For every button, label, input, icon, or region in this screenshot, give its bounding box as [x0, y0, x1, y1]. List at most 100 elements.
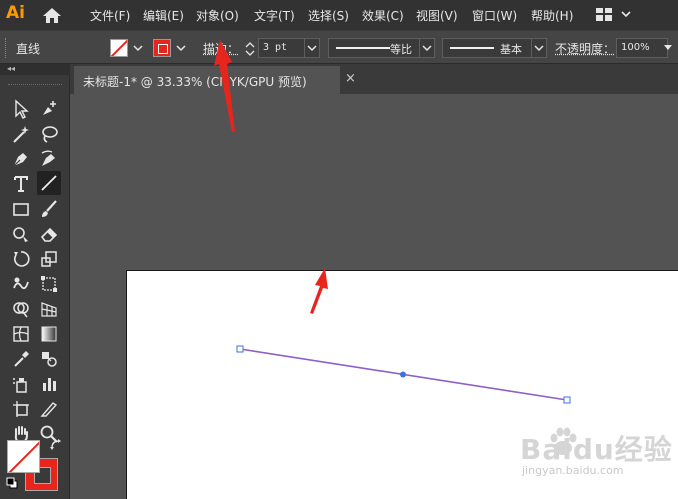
stroke-panel-link[interactable]: 描边： [203, 40, 239, 57]
type-t-icon [14, 176, 28, 192]
warp-tool[interactable] [9, 273, 33, 295]
opacity-chevron-icon[interactable] [663, 44, 673, 52]
chevron-down-icon [307, 45, 317, 52]
current-tool-name: 直线 [16, 42, 41, 56]
paintbrush-icon [42, 200, 57, 217]
toolbox-collapse-icon[interactable]: ◂◂ [7, 64, 15, 73]
symbol-sprayer-icon [13, 378, 27, 393]
stroke-dropdown-chevron-icon[interactable] [174, 39, 188, 57]
eraser-tool[interactable] [37, 223, 61, 245]
selection-arrow-icon [15, 99, 29, 119]
slice-tool[interactable] [37, 398, 61, 420]
brush-dropdown[interactable] [531, 38, 547, 58]
gradient-icon [41, 326, 57, 342]
shaper-tool[interactable] [9, 223, 33, 245]
eyedropper-icon [14, 351, 29, 367]
menu-type[interactable]: 文字(T) [254, 7, 295, 24]
stroke-color-swatch[interactable] [153, 39, 171, 57]
scale-icon [41, 251, 57, 267]
menu-view[interactable]: 视图(V) [416, 7, 458, 24]
paintbrush-tool[interactable] [37, 198, 61, 220]
eraser-icon [40, 227, 58, 242]
default-fill-stroke-icon[interactable] [6, 477, 18, 489]
watermark-brand: Baidu经验 [520, 433, 673, 466]
slice-knife-icon [40, 402, 58, 417]
profile-dropdown[interactable] [419, 38, 435, 58]
variable-width-profile-select[interactable]: 等比 [328, 38, 420, 58]
pen-tool[interactable] [9, 148, 33, 170]
perspective-grid-tool[interactable] [37, 298, 61, 320]
menu-select[interactable]: 选择(S) [308, 7, 349, 24]
home-icon[interactable] [41, 6, 63, 24]
blend-tool[interactable] [37, 348, 61, 370]
watermark-url: jingyan.baidu.com [522, 464, 624, 477]
lasso-icon [42, 126, 58, 143]
mesh-tool[interactable] [9, 323, 33, 345]
mesh-icon [13, 326, 29, 342]
opacity-input[interactable]: 100% [616, 38, 668, 58]
workspace-switcher-icon[interactable] [596, 8, 612, 21]
selection-tool[interactable] [9, 98, 33, 120]
lasso-tool[interactable] [37, 123, 61, 145]
artboard-tool[interactable] [9, 398, 33, 420]
fill-color-swatch[interactable] [110, 39, 128, 57]
menu-effect[interactable]: 效果(C) [362, 7, 404, 24]
document-tab[interactable]: 未标题-1* @ 33.33% (CMYK/GPU 预览) [74, 66, 340, 94]
toolbox-grip[interactable] [8, 84, 62, 88]
shape-builder-icon [13, 302, 29, 318]
control-bar: 直线 描边： 3 pt 等比 基本 不透明度： 100% [0, 30, 678, 64]
magic-wand-icon [13, 126, 29, 143]
rotate-tool[interactable] [9, 248, 33, 270]
toolbox-panel: ◂◂ [0, 64, 70, 499]
chevron-down-icon[interactable] [620, 8, 632, 20]
type-tool[interactable] [9, 173, 33, 195]
stroke-weight-input[interactable]: 3 pt [258, 38, 305, 58]
blend-icon [42, 352, 57, 367]
rectangle-icon [13, 203, 29, 216]
artboard-icon [13, 401, 29, 417]
menu-object[interactable]: 对象(O) [196, 7, 239, 24]
menu-help[interactable]: 帮助(H) [531, 7, 573, 24]
free-transform-tool[interactable] [37, 273, 61, 295]
profile-label: 等比 [390, 43, 412, 56]
swap-fill-stroke-icon[interactable] [49, 438, 63, 452]
brush-label: 基本 [500, 43, 522, 56]
menu-edit[interactable]: 编辑(E) [143, 7, 184, 24]
rectangle-tool[interactable] [9, 198, 33, 220]
symbol-sprayer-tool[interactable] [9, 373, 33, 395]
direct-selection-tool[interactable] [37, 98, 61, 120]
control-bar-grip[interactable] [5, 38, 9, 58]
menu-window[interactable]: 窗口(W) [472, 7, 517, 24]
watermark: Baidu经验 jingyan.baidu.com [520, 420, 675, 495]
perspective-grid-icon [41, 302, 57, 317]
toolbox-fill-swatch[interactable] [7, 440, 40, 473]
profile-line-preview [336, 47, 390, 49]
column-graph-icon [43, 378, 56, 391]
curvature-tool[interactable] [37, 148, 61, 170]
gradient-tool[interactable] [37, 323, 61, 345]
brush-line-preview [450, 47, 494, 49]
magic-wand-tool[interactable] [9, 123, 33, 145]
stroke-weight-stepper[interactable] [244, 39, 256, 59]
shaper-icon [13, 227, 28, 242]
chevron-down-icon [422, 45, 432, 52]
rotate-icon [13, 251, 30, 267]
brush-definition-select[interactable]: 基本 [442, 38, 532, 58]
free-transform-icon [41, 276, 57, 292]
curvature-pen-icon [41, 150, 55, 166]
stroke-weight-dropdown[interactable] [304, 38, 320, 58]
eyedropper-tool[interactable] [9, 348, 33, 370]
line-segment-tool[interactable] [37, 171, 61, 195]
scale-tool[interactable] [37, 248, 61, 270]
pen-nib-icon [13, 153, 27, 167]
fill-dropdown-chevron-icon[interactable] [131, 39, 145, 57]
toolbox-header: ◂◂ [0, 64, 70, 75]
shape-builder-tool[interactable] [9, 298, 33, 320]
opacity-panel-link[interactable]: 不透明度： [555, 40, 615, 57]
pen-plus-icon [43, 101, 56, 115]
column-graph-tool[interactable] [37, 373, 61, 395]
menu-bar: Ai 文件(F) 编辑(E) 对象(O) 文字(T) 选择(S) 效果(C) 视… [0, 0, 678, 30]
menu-file[interactable]: 文件(F) [90, 7, 130, 24]
document-tab-bar: 未标题-1* @ 33.33% (CMYK/GPU 预览) × [70, 64, 678, 94]
close-icon[interactable]: × [345, 71, 356, 86]
